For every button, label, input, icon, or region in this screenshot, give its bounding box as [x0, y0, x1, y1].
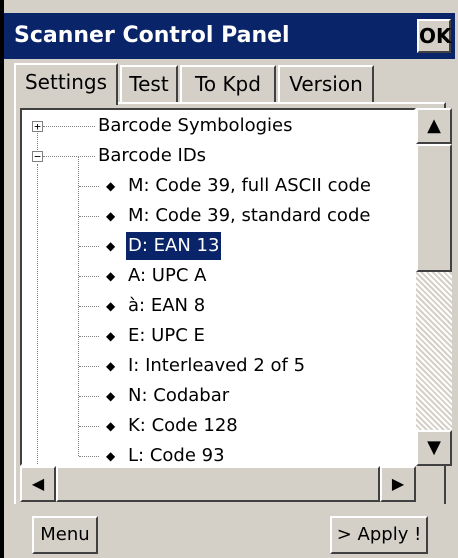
tree-item-label: à: EAN 8	[128, 295, 206, 316]
expand-icon[interactable]: +	[32, 121, 43, 132]
tree-item-interleaved-2of5[interactable]: ◆ I: Interleaved 2 of 5	[22, 352, 412, 380]
settings-tree[interactable]: + Barcode Symbologies − Barcode IDs ◆ M:…	[20, 108, 416, 466]
tree-item-label: L: Code 93	[128, 445, 225, 466]
bullet-icon: ◆	[106, 269, 116, 283]
tree-item-barcode-ids[interactable]: − Barcode IDs	[22, 142, 412, 170]
tree-item-codabar[interactable]: ◆ N: Codabar	[22, 382, 412, 410]
bullet-icon: ◆	[106, 329, 116, 343]
tree-item-barcode-symbologies[interactable]: + Barcode Symbologies	[22, 112, 412, 140]
menu-button[interactable]: Menu	[32, 516, 98, 554]
tree-item-label: M: Code 39, standard code	[128, 205, 371, 226]
collapse-icon[interactable]: −	[32, 151, 43, 162]
tree-item-label: I: Interleaved 2 of 5	[128, 355, 306, 376]
tree-item-code39-full-ascii[interactable]: ◆ M: Code 39, full ASCII code	[22, 172, 412, 200]
scroll-up-icon[interactable]: ▲	[416, 108, 452, 144]
tree-item-label: A: UPC A	[128, 265, 207, 286]
horizontal-scrollbar[interactable]: ◀ ▶	[20, 466, 416, 502]
tree-connector	[79, 276, 99, 277]
tree-connector	[79, 456, 99, 457]
tree-connector	[79, 246, 99, 247]
scrollbar-thumb[interactable]	[416, 144, 452, 272]
tree-connector	[79, 396, 99, 397]
tree-connector	[79, 186, 99, 187]
tab-to-kpd[interactable]: To Kpd	[180, 65, 276, 103]
tree-item-label: Barcode IDs	[98, 145, 207, 166]
tree-connector	[79, 306, 99, 307]
tab-test[interactable]: Test	[120, 65, 178, 103]
bullet-icon: ◆	[106, 299, 116, 313]
tree-item-upca[interactable]: ◆ A: UPC A	[22, 262, 412, 290]
tree-item-label: Barcode Symbologies	[98, 115, 293, 136]
bullet-icon: ◆	[106, 179, 116, 193]
bullet-icon: ◆	[106, 449, 116, 463]
tree-connector	[79, 216, 99, 217]
tree-connector	[43, 126, 95, 127]
scroll-down-icon[interactable]: ▼	[416, 430, 452, 466]
tree-item-code93[interactable]: ◆ L: Code 93	[22, 442, 412, 466]
apply-button[interactable]: > Apply !	[330, 516, 428, 554]
tree-item-label: N: Codabar	[128, 385, 230, 406]
tab-settings[interactable]: Settings	[14, 63, 118, 105]
tree-item-upce[interactable]: ◆ E: UPC E	[22, 322, 412, 350]
tab-version[interactable]: Version	[278, 65, 374, 103]
window-frame	[0, 0, 4, 558]
bullet-icon: ◆	[106, 239, 116, 253]
tree-item-ean13[interactable]: ◆ D: EAN 13	[22, 231, 412, 261]
scroll-left-icon[interactable]: ◀	[20, 466, 56, 502]
tree-connector	[79, 366, 99, 367]
tree-item-label: K: Code 128	[128, 415, 238, 436]
title-bar: Scanner Control Panel OK	[4, 13, 455, 59]
tree-item-code128[interactable]: ◆ K: Code 128	[22, 412, 412, 440]
bullet-icon: ◆	[106, 389, 116, 403]
vertical-scrollbar[interactable]: ▲ ▼	[416, 108, 452, 466]
tree-item-label: M: Code 39, full ASCII code	[128, 175, 371, 196]
tree-item-label-selected: D: EAN 13	[124, 231, 223, 261]
tree-connector	[43, 156, 95, 157]
scroll-right-icon[interactable]: ▶	[380, 466, 416, 502]
window-title: Scanner Control Panel	[14, 23, 290, 48]
tree-item-label: E: UPC E	[128, 325, 205, 346]
ok-button[interactable]: OK	[417, 19, 452, 53]
tree-item-code39-standard[interactable]: ◆ M: Code 39, standard code	[22, 202, 412, 230]
scrollbar-thumb[interactable]	[56, 466, 380, 502]
bullet-icon: ◆	[106, 359, 116, 373]
tree-item-ean8[interactable]: ◆ à: EAN 8	[22, 292, 412, 320]
bullet-icon: ◆	[106, 419, 116, 433]
bullet-icon: ◆	[106, 209, 116, 223]
tree-connector	[79, 336, 99, 337]
tree-connector	[79, 426, 99, 427]
